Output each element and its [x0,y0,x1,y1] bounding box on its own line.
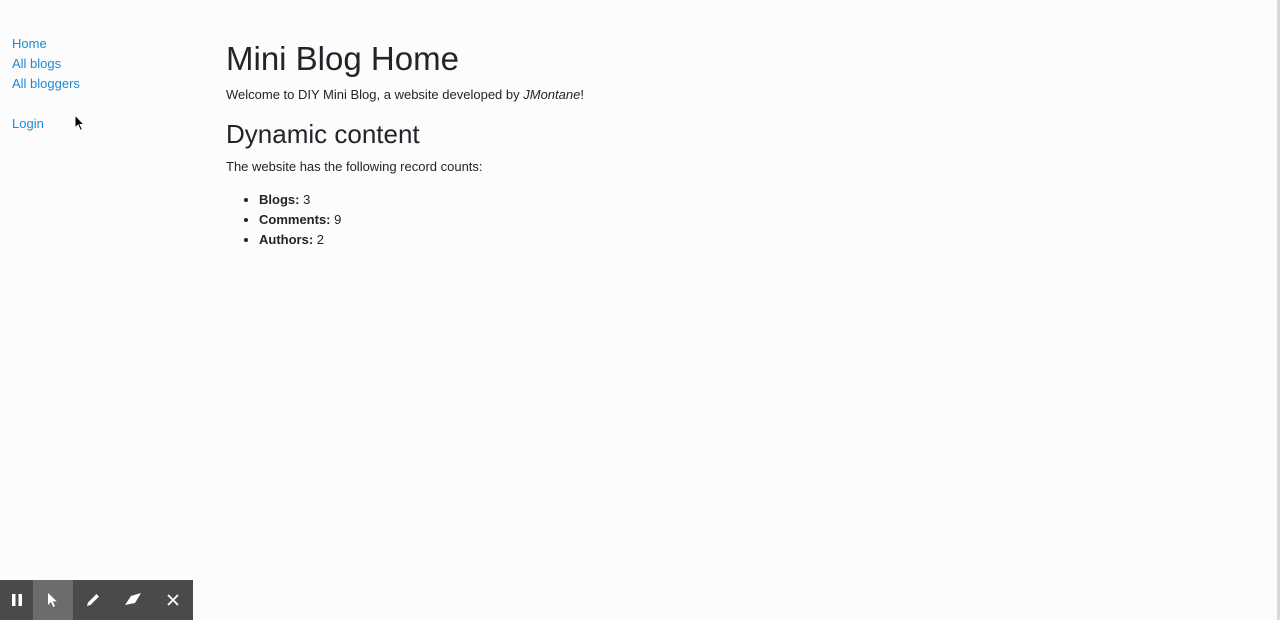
eraser-tool-button[interactable] [113,580,153,620]
close-icon [167,594,179,606]
section-title: Dynamic content [226,119,420,149]
pause-icon [11,594,22,606]
record-count-label: Blogs: [259,192,300,207]
record-count-list: Blogs: 3 Comments: 9 Authors: 2 [226,190,1126,250]
pen-icon [87,594,99,606]
record-intro: The website has the following record cou… [226,159,483,174]
sidebar-link-all-bloggers[interactable]: All bloggers [12,74,80,94]
pause-button[interactable] [0,580,33,620]
record-count-label: Authors: [259,232,314,247]
record-count-item: Comments: 9 [259,210,1126,230]
mouse-pointer-icon [74,113,86,137]
sidebar-nav: Home All blogs All bloggers Login [12,34,80,134]
record-count-item: Authors: 2 [259,230,1126,250]
record-count-value: 3 [303,192,311,207]
page-title: Mini Blog Home [226,40,459,77]
close-tool-button[interactable] [153,580,193,620]
pen-tool-button[interactable] [73,580,113,620]
author-name: JMontane [523,87,581,102]
sidebar-link-home[interactable]: Home [12,34,80,54]
record-count-value: 9 [334,212,342,227]
record-count-value: 2 [316,232,325,247]
welcome-prefix: Welcome to DIY Mini Blog, a website deve… [226,87,524,102]
sidebar-link-login[interactable]: Login [12,114,80,134]
page: Home All blogs All bloggers Login Mini B… [0,0,1280,620]
welcome-text: Welcome to DIY Mini Blog, a website deve… [226,86,1126,104]
pointer-icon [48,593,57,607]
welcome-suffix: ! [580,87,584,102]
pointer-tool-button[interactable] [33,580,73,620]
record-count-label: Comments: [259,212,331,227]
annotation-toolbar [0,580,193,620]
record-count-item: Blogs: 3 [259,190,1126,210]
eraser-icon [125,593,141,605]
sidebar-link-all-blogs[interactable]: All blogs [12,54,80,74]
main-content: Mini Blog Home Welcome to DIY Mini Blog,… [226,34,1126,250]
